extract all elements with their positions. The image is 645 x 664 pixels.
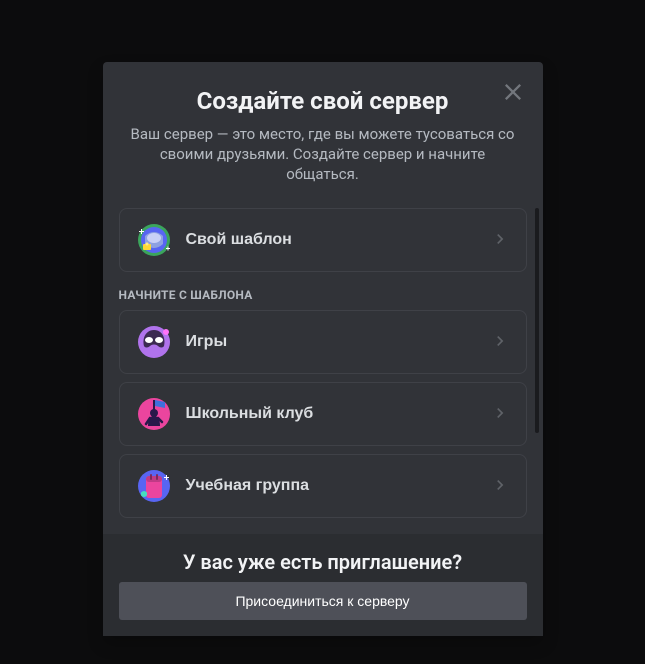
option-label: Школьный клуб bbox=[186, 405, 490, 423]
study-group-icon bbox=[130, 462, 178, 510]
option-label: Свой шаблон bbox=[186, 231, 490, 249]
option-own-template[interactable]: Свой шаблон bbox=[119, 208, 527, 272]
close-button[interactable] bbox=[501, 80, 525, 104]
modal-subtitle: Ваш сервер — это место, где вы можете ту… bbox=[119, 124, 527, 184]
footer-title: У вас уже есть приглашение? bbox=[119, 550, 527, 574]
join-server-button[interactable]: Присоединиться к серверу bbox=[119, 582, 527, 620]
modal-header: Создайте свой сервер Ваш сервер — это ме… bbox=[103, 62, 543, 184]
chevron-right-icon bbox=[490, 403, 510, 426]
option-school-club[interactable]: Школьный клуб bbox=[119, 382, 527, 446]
modal-title: Создайте свой сервер bbox=[119, 86, 527, 116]
chevron-right-icon bbox=[490, 229, 510, 252]
school-club-icon bbox=[130, 390, 178, 438]
own-template-icon bbox=[130, 216, 178, 264]
chevron-right-icon bbox=[490, 331, 510, 354]
chevron-right-icon bbox=[490, 475, 510, 498]
section-header: НАЧНИТЕ С ШАБЛОНА bbox=[119, 288, 527, 302]
option-label: Учебная группа bbox=[186, 477, 490, 495]
modal-footer: У вас уже есть приглашение? Присоединить… bbox=[103, 534, 543, 636]
options-list: Свой шаблон НАЧНИТЕ С ШАБЛОНА Игры bbox=[103, 208, 543, 534]
gaming-icon bbox=[130, 318, 178, 366]
option-label: Игры bbox=[186, 333, 490, 351]
option-gaming[interactable]: Игры bbox=[119, 310, 527, 374]
option-study-group[interactable]: Учебная группа bbox=[119, 454, 527, 518]
create-server-modal: Создайте свой сервер Ваш сервер — это ме… bbox=[103, 62, 543, 636]
close-icon bbox=[501, 80, 525, 104]
content-wrapper: Свой шаблон НАЧНИТЕ С ШАБЛОНА Игры bbox=[103, 208, 543, 534]
scrollbar[interactable] bbox=[535, 208, 539, 433]
